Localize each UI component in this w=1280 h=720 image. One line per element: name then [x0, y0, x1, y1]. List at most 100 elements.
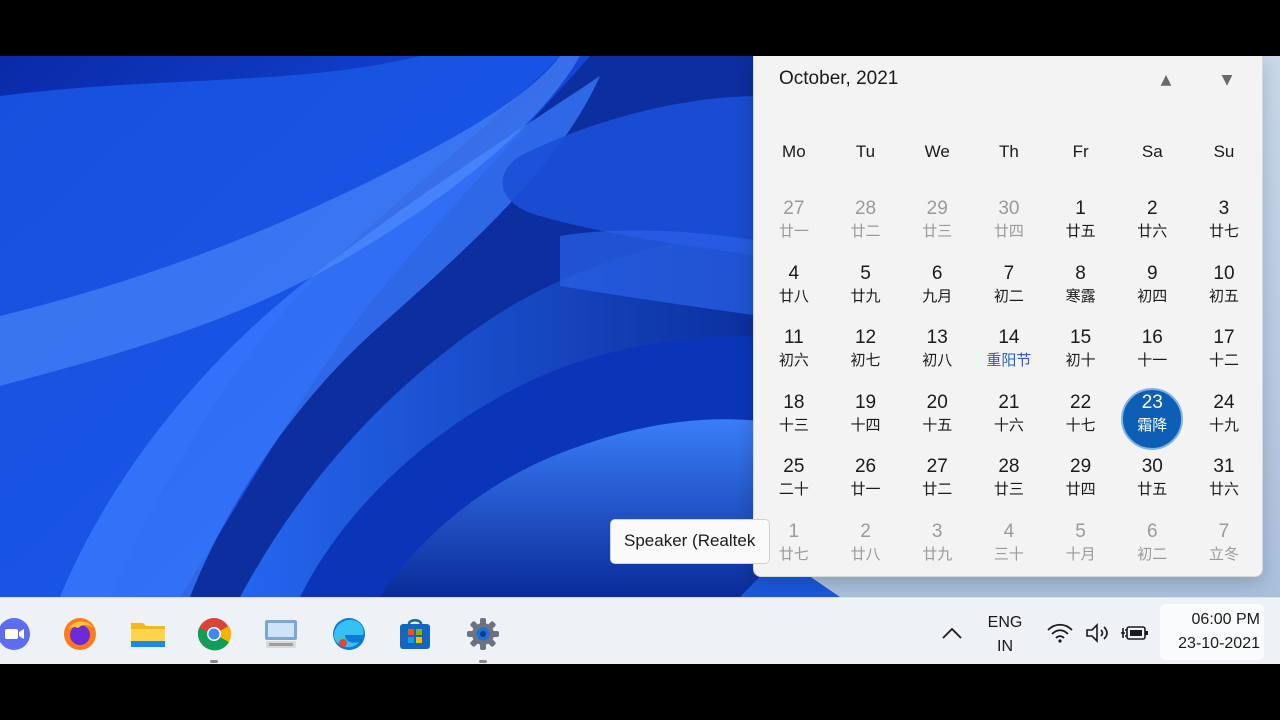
day-number: 3 — [931, 520, 943, 542]
lunar-date: 立冬 — [1208, 544, 1239, 563]
lunar-date: 廿八 — [778, 286, 809, 305]
file-explorer-app-button[interactable] — [128, 614, 168, 654]
quick-settings-button[interactable] — [1046, 618, 1150, 648]
day-number: 14 — [998, 327, 1020, 348]
calendar-day[interactable]: 16 十一 — [1116, 323, 1188, 388]
day-number: 30 — [1141, 456, 1163, 477]
calendar-day-cell: 31 廿六 — [1193, 452, 1255, 514]
day-number: 5 — [1075, 520, 1086, 542]
calendar-day-cell: 5 十月 — [1050, 517, 1112, 579]
lunar-date: 廿七 — [778, 544, 809, 563]
day-number: 7 — [1218, 520, 1230, 542]
calendar-day[interactable]: 27 廿一 — [758, 194, 830, 259]
calendar-day[interactable]: 7 初二 — [973, 259, 1045, 324]
lunar-date: 初五 — [1208, 286, 1239, 305]
calendar-day-cell: 12 初七 — [835, 323, 897, 385]
calendar-day[interactable]: 30 廿五 — [1116, 452, 1188, 517]
calendar-day[interactable]: 27 廿二 — [901, 452, 973, 517]
calendar-day[interactable]: 3 廿七 — [1188, 194, 1260, 259]
calendar-day[interactable]: 12 初七 — [830, 323, 902, 388]
calendar-day[interactable]: 6 初二 — [1116, 517, 1188, 582]
calendar-day[interactable]: 18 十三 — [758, 388, 830, 453]
edge-app-button[interactable] — [329, 614, 369, 654]
calendar-day[interactable]: 17 十二 — [1188, 323, 1260, 388]
day-number: 10 — [1213, 262, 1235, 284]
calendar-day[interactable]: 5 廿九 — [830, 259, 902, 324]
lunar-date: 廿一 — [850, 480, 881, 498]
calendar-flyout: October, 2021 ▲ ▼ Mo Tu We Th Fr Sa Su 27 廿一 28 廿… — [753, 56, 1263, 577]
day-number: 7 — [1003, 262, 1015, 284]
calendar-day[interactable]: 24 十九 — [1188, 388, 1260, 453]
calendar-day[interactable]: 28 廿三 — [973, 452, 1045, 517]
weekday-label: Fr — [1072, 142, 1089, 161]
lunar-date: 廿六 — [1137, 222, 1168, 240]
calendar-day[interactable]: 4 廿八 — [758, 259, 830, 324]
calendar-day[interactable]: 15 初十 — [1045, 323, 1117, 388]
calendar-day[interactable]: 2 廿六 — [1116, 194, 1188, 259]
calendar-day-cell: 1 廿五 — [1050, 194, 1112, 256]
day-number: 26 — [854, 456, 877, 477]
calendar-day[interactable]: 29 廿三 — [901, 194, 973, 259]
calendar-day[interactable]: 14 重阳节 — [973, 323, 1045, 388]
microsoft-store-app-button[interactable] — [395, 614, 435, 654]
next-month-button[interactable]: ▼ — [1212, 68, 1242, 92]
calendar-day[interactable]: 13 初八 — [901, 323, 973, 388]
day-number: 23 — [1141, 391, 1163, 413]
calendar-day[interactable]: 28 廿二 — [830, 194, 902, 259]
firefox-app-button[interactable] — [60, 614, 100, 654]
calendar-day[interactable]: 7 立冬 — [1188, 517, 1260, 582]
previous-month-button[interactable]: ▲ — [1151, 68, 1181, 92]
calendar-day-cell: 7 初二 — [978, 259, 1040, 321]
clock-date-button[interactable]: 06:00 PM 23-10-2021 — [1160, 604, 1264, 660]
calendar-day[interactable]: 19 十四 — [830, 388, 902, 453]
calendar-day[interactable]: 25 二十 — [758, 452, 830, 517]
language-indicator[interactable]: ENG IN — [980, 611, 1030, 659]
calendar-day-today[interactable]: 23 霜降 — [1116, 387, 1188, 453]
lunar-date: 三十 — [993, 544, 1024, 563]
remote-desktop-app-button[interactable] — [261, 614, 301, 654]
calendar-day[interactable]: 20 十五 — [901, 388, 973, 453]
lunar-date: 霜降 — [1137, 415, 1168, 434]
calendar-day[interactable]: 1 廿五 — [1045, 194, 1117, 259]
chrome-app-button[interactable] — [194, 614, 234, 654]
calendar-day[interactable]: 30 廿四 — [973, 194, 1045, 259]
calendar-day-cell: 14 重阳节 — [978, 323, 1040, 385]
calendar-day-cell: 2 廿六 — [1121, 194, 1183, 256]
show-hidden-icons-button[interactable] — [939, 620, 965, 646]
calendar-day[interactable]: 3 廿九 — [901, 517, 973, 582]
day-number: 30 — [998, 198, 1020, 219]
calendar-day-cell: 22 十七 — [1050, 388, 1112, 450]
calendar-day-cell: 30 廿五 — [1121, 452, 1183, 514]
calendar-day[interactable]: 21 十六 — [973, 388, 1045, 453]
calendar-day[interactable]: 8 寒露 — [1045, 259, 1117, 324]
weekday-label: Tu — [855, 142, 876, 161]
calendar-day[interactable]: 26 廿一 — [830, 452, 902, 517]
speaker-icon — [1086, 623, 1108, 643]
weekday-header-row: Mo Tu We Th Fr Sa Su — [758, 142, 1260, 162]
calendar-day-cell: 3 廿九 — [906, 517, 968, 579]
edge-icon — [333, 618, 365, 650]
calendar-day-cell: 26 廿一 — [835, 452, 897, 514]
calendar-month-title[interactable]: October, 2021 — [779, 68, 898, 90]
settings-app-button[interactable] — [463, 614, 503, 654]
calendar-day[interactable]: 2 廿八 — [830, 517, 902, 582]
calendar-day-cell: 11 初六 — [763, 323, 825, 385]
calendar-day[interactable]: 6 九月 — [901, 259, 973, 324]
calendar-day[interactable]: 4 三十 — [973, 517, 1045, 582]
calendar-day[interactable]: 22 十七 — [1045, 388, 1117, 453]
zoom-app-button[interactable] — [0, 614, 34, 654]
lunar-date: 十三 — [778, 415, 809, 434]
lunar-date: 初七 — [850, 351, 881, 369]
calendar-day[interactable]: 29 廿四 — [1045, 452, 1117, 517]
calendar-day[interactable]: 11 初六 — [758, 323, 830, 388]
calendar-day[interactable]: 9 初四 — [1116, 259, 1188, 324]
calendar-day[interactable]: 5 十月 — [1045, 517, 1117, 582]
day-number: 6 — [1146, 520, 1158, 542]
calendar-day[interactable]: 31 廿六 — [1188, 452, 1260, 517]
calendar-day-cell: 20 十五 — [906, 388, 968, 450]
lunar-date: 重阳节 — [986, 351, 1032, 369]
day-number: 21 — [998, 391, 1020, 413]
day-number: 3 — [1218, 198, 1230, 219]
calendar-day[interactable]: 10 初五 — [1188, 259, 1260, 324]
calendar-day-cell: 16 十一 — [1121, 323, 1183, 385]
